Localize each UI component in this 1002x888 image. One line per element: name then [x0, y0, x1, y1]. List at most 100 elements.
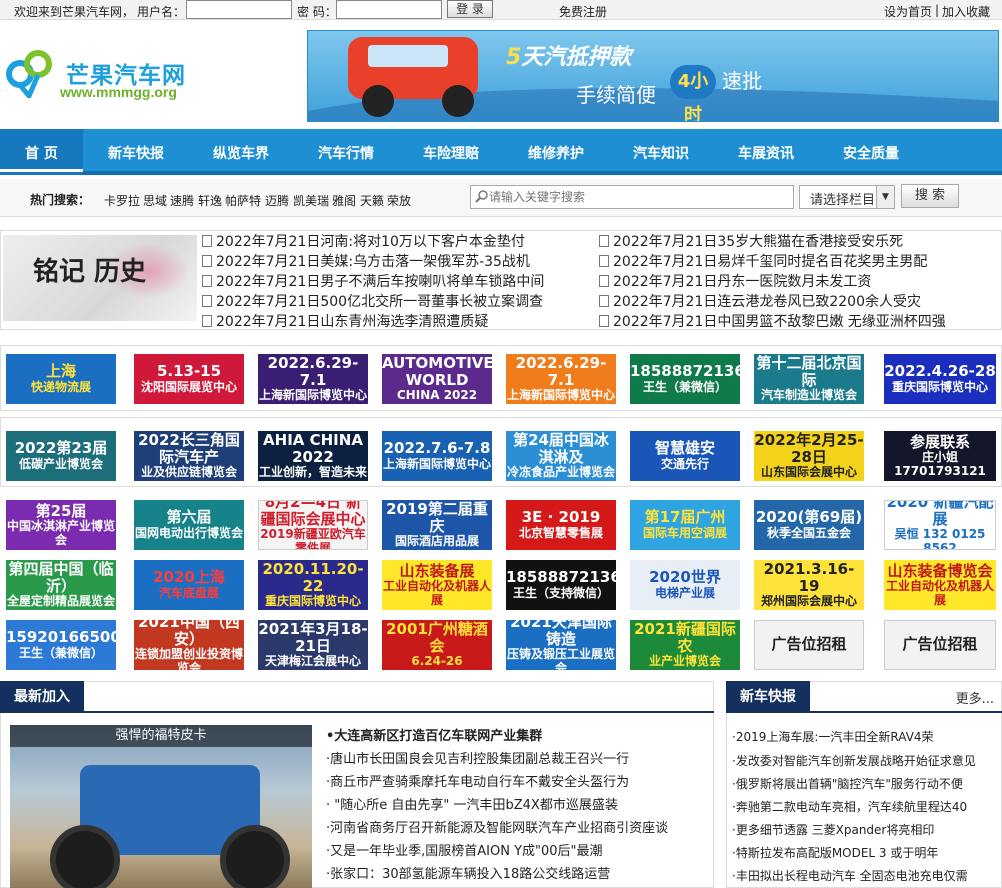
newcar-item[interactable]: ·2019上海车展:一汽丰田全新RAV4荣 [732, 728, 934, 745]
nav-auto-world[interactable]: 纵览车界 [213, 143, 269, 163]
set-home-link[interactable]: 设为首页 [884, 3, 932, 20]
nav-knowledge[interactable]: 汽车知识 [633, 143, 689, 163]
hot-keyword[interactable]: 轩逸 [198, 192, 222, 209]
nav-market[interactable]: 汽车行情 [318, 143, 374, 163]
search-box[interactable] [470, 185, 794, 209]
news-item[interactable]: 2022年7月21日500亿北交所一哥董事长被立案调查 [202, 291, 543, 311]
latest-item[interactable]: ·商丘市严查骑乘摩托车电动自行车不戴安全头盔行为 [326, 771, 629, 790]
ad-banner[interactable]: 2021年3月18-21日 天津梅江会展中心 [258, 620, 368, 670]
ad-banner[interactable]: 第17届广州 国际车用空调展 [630, 500, 740, 550]
mango-logo-icon[interactable] [4, 48, 54, 98]
nav-auto-show[interactable]: 车展资讯 [738, 143, 794, 163]
nav-safety[interactable]: 安全质量 [843, 143, 899, 163]
newcar-item[interactable]: ·丰田拟出长程电动汽车 全固态电池充电仅需 [732, 867, 968, 884]
newcar-item[interactable]: ·发改委对智能汽车创新发展战略开始征求意见 [732, 752, 976, 769]
ad-banner[interactable]: 2021新疆国际农 业产业博览会 [630, 620, 740, 670]
ad-banner[interactable]: 3E · 2019 北京智慧零售展 [506, 500, 616, 550]
news-item[interactable]: 2022年7月21日河南:将对10万以下客户本金垫付 [202, 231, 525, 251]
nav-maintenance[interactable]: 维修养护 [528, 143, 584, 163]
news-item[interactable]: 2022年7月21日连云港龙卷风已致2200余人受灾 [599, 291, 921, 311]
login-button[interactable]: 登 录 [447, 0, 493, 18]
ad-banner[interactable]: 山东装备展 工业自动化及机器人展 [382, 560, 492, 610]
ad-banner[interactable]: 2020上海 汽车底盘展 [134, 560, 244, 610]
ad-banner[interactable]: 智慧雄安 交通先行 [630, 431, 740, 481]
loan-banner[interactable]: 5天汽抵押款 手续简便 4小时 速批 [307, 30, 999, 122]
ad-banner[interactable]: 第十二届北京国际 汽车制造业博览会 [754, 354, 864, 404]
ad-banner[interactable]: 2020(第69届) 秋季全国五金会 [754, 500, 864, 550]
ad-banner[interactable]: 2022.7.6-7.8 上海新国际博览中心 [382, 431, 492, 481]
ad-banner[interactable]: 2001广州糖酒会 6.24-26 [382, 620, 492, 670]
ad-banner[interactable]: 2022年2月25-28日 山东国际会展中心 [754, 431, 864, 481]
ad-banner[interactable]: 2020.11.20-22 重庆国际博览中心 [258, 560, 368, 610]
nav-home[interactable]: 首 页 [25, 143, 58, 163]
featured-image[interactable]: 铭记 历史 [3, 235, 197, 321]
hot-keyword[interactable]: 迈腾 [265, 192, 289, 209]
more-link[interactable]: 更多... [956, 688, 994, 707]
ad-banner[interactable]: 2022.6.29-7.1 上海新国际博览中心 [258, 354, 368, 404]
featured-photo[interactable]: 强悍的福特皮卡 [10, 725, 312, 888]
news-item[interactable]: 2022年7月21日男子不满后车按喇叭将单车锁路中间 [202, 271, 544, 291]
ad-banner[interactable]: 2022.4.26-28 重庆国际博览中心 [884, 354, 996, 404]
ad-banner[interactable]: 2021.3.16-19 郑州国际会展中心 [754, 560, 864, 610]
ad-banner[interactable]: 8月2—4日 新疆国际会展中心 2019新疆亚欧汽车零件展 [258, 500, 368, 550]
latest-headline[interactable]: •大连高新区打造百亿车联网产业集群 [326, 725, 542, 744]
latest-item[interactable]: ·张家口：30部氢能源车辆投入18路公交线路运营 [326, 863, 610, 882]
latest-item[interactable]: · "随心所e 自由先享" 一汽丰田bZ4X都市巡展盛装 [326, 794, 618, 813]
latest-item[interactable]: ·唐山市长田国良会见吉利控股集团副总裁王召兴一行 [326, 748, 629, 767]
ad-banner[interactable]: 5.13-15 沈阳国际展览中心 [134, 354, 244, 404]
ad-banner[interactable]: 2020世界 电梯产业展 [630, 560, 740, 610]
ad-banner[interactable]: 山东装备博览会 工业自动化及机器人展 [884, 560, 996, 610]
ad-banner[interactable]: 第六届 国网电动出行博览会 [134, 500, 244, 550]
ad-banner[interactable]: 第25届 中国冰淇淋产业博览会 [6, 500, 116, 550]
search-input[interactable] [489, 188, 789, 206]
ad-banner[interactable]: AHIA CHINA 2022 工业创新，智造未来 [258, 431, 368, 481]
ad-banner[interactable]: 2022第23届 低碳产业博览会 [6, 431, 116, 481]
ad-banner[interactable]: 2019第二届重庆 国际酒店用品展 [382, 500, 492, 550]
username-input[interactable] [186, 0, 292, 19]
password-input[interactable] [336, 0, 442, 19]
ad-banner[interactable]: 第24届中国冰淇淋及 冷冻食品产业博览会 [506, 431, 616, 481]
nav-insurance[interactable]: 车险理赔 [423, 143, 479, 163]
hot-keyword[interactable]: 雅阁 [332, 192, 356, 209]
news-item[interactable]: 2022年7月21日山东青州海选李清照遭质疑 [202, 311, 488, 331]
hot-keyword[interactable]: 荣放 [387, 192, 411, 209]
newcar-item[interactable]: ·俄罗斯将展出首辆"脑控汽车"服务行动不便 [732, 775, 963, 792]
hot-keyword[interactable]: 卡罗拉 [104, 192, 140, 209]
ad-banner[interactable]: 18588872136 王生（支持微信） [506, 560, 616, 610]
hot-keyword[interactable]: 速腾 [170, 192, 194, 209]
search-button[interactable]: 搜 索 [901, 184, 959, 208]
hot-keyword[interactable]: 思域 [143, 192, 167, 209]
register-link[interactable]: 免费注册 [559, 3, 607, 20]
newcar-item[interactable]: ·更多细节透露 三菱Xpander将亮相印 [732, 821, 934, 838]
ad-banner[interactable]: 2022.6.29-7.1 上海新国际博览中心 [506, 354, 616, 404]
category-select[interactable]: 请选择栏目 ▼ [799, 185, 895, 209]
ad-banner[interactable]: 广告位招租 [754, 620, 864, 670]
ad-banner[interactable]: AUTOMOTIVE WORLD CHINA 2022 [382, 354, 492, 404]
ad-banner[interactable]: 2022长三角国际汽车产 业及供应链博览会 [134, 431, 244, 481]
ad-banner[interactable]: 18588872136 王生（兼微信） [630, 354, 740, 404]
latest-item[interactable]: ·又是一年毕业季,国服榜首AION Y成"00后"最潮 [326, 840, 603, 859]
chevron-down-icon[interactable]: ▼ [876, 186, 894, 208]
news-item[interactable]: 2022年7月21日易烊千玺同时提名百花奖男主男配 [599, 251, 927, 271]
news-item[interactable]: 2022年7月21日丹东一医院数月未发工资 [599, 271, 871, 291]
ad-banner[interactable]: 2020 新疆汽配展 吴恒 132 0125 8562 [884, 500, 996, 550]
hot-keyword[interactable]: 天籁 [360, 192, 384, 209]
news-item[interactable]: 2022年7月21日美媒:乌方击落一架俄军苏-35战机 [202, 251, 530, 271]
ad-banner[interactable]: 参展联系 庄小姐 17701793121 [884, 431, 996, 481]
hot-keyword[interactable]: 凯美瑞 [293, 192, 329, 209]
newcar-title[interactable]: 新车快报 [726, 681, 810, 713]
ad-banner[interactable]: 15920166500 王生（兼微信） [6, 620, 116, 670]
ad-banner[interactable]: 广告位招租 [884, 620, 996, 670]
latest-title[interactable]: 最新加入 [0, 681, 84, 713]
news-item[interactable]: 2022年7月21日中国男篮不敌黎巴嫩 无缘亚洲杯四强 [599, 311, 946, 331]
latest-item[interactable]: ·河南省商务厅召开新能源及智能网联汽车产业招商引资座谈 [326, 817, 668, 836]
ad-banner[interactable]: 上海 快递物流展 [6, 354, 116, 404]
nav-new-cars[interactable]: 新车快报 [108, 143, 164, 163]
newcar-item[interactable]: ·奔驰第二款电动车亮相，汽车续航里程达40 [732, 798, 967, 815]
ad-banner[interactable]: 2021中国（西安） 连锁加盟创业投资博览会 [134, 620, 244, 670]
ad-banner[interactable]: 2021天津国际铸造 压铸及锻压工业展览会 [506, 620, 616, 670]
favorite-link[interactable]: 加入收藏 [942, 3, 990, 20]
hot-keyword[interactable]: 帕萨特 [225, 192, 261, 209]
news-item[interactable]: 2022年7月21日35岁大熊猫在香港接受安乐死 [599, 231, 903, 251]
ad-banner[interactable]: 第四届中国（临沂） 全屋定制精品展览会 [6, 560, 116, 610]
